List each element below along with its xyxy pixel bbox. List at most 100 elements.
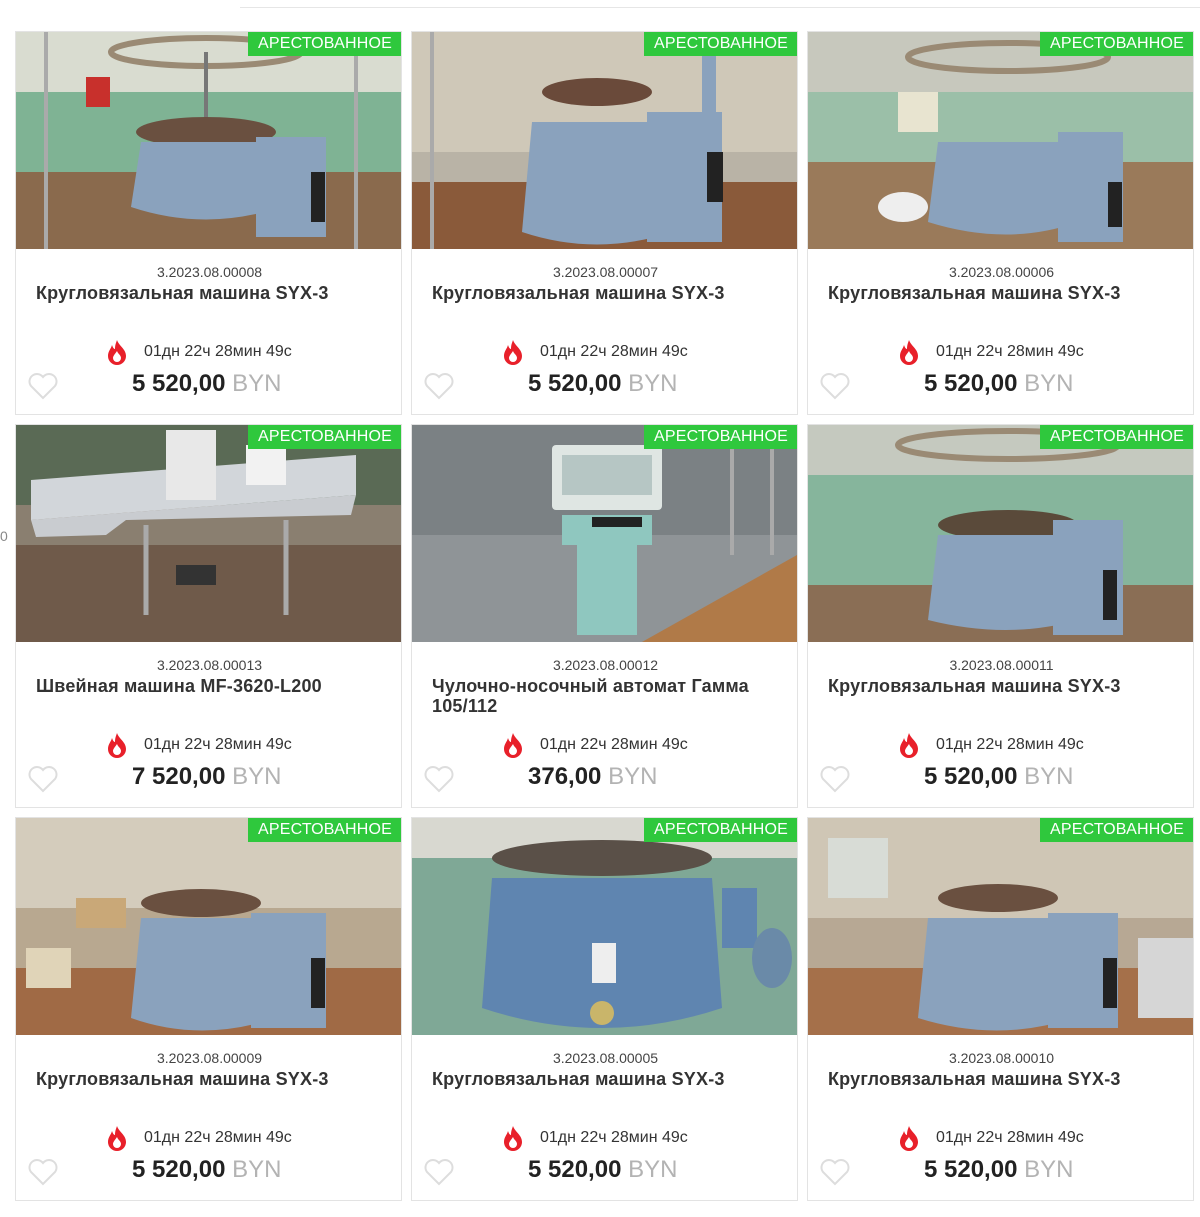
lot-card[interactable]: АРЕСТОВАННОЕ 3.2023.08.00008 Кругловязал… (15, 31, 402, 415)
lot-card[interactable]: АРЕСТОВАННОЕ 3.2023.08.00007 Кругловязал… (411, 31, 798, 415)
lot-title[interactable]: Кругловязальная машина SYX-3 (432, 283, 782, 303)
circular-knitting-machine-image (16, 818, 401, 1035)
arrested-badge: АРЕСТОВАННОЕ (248, 425, 401, 449)
sewing-machine-table-image (16, 425, 401, 642)
arrested-badge: АРЕСТОВАННОЕ (644, 818, 797, 842)
lot-title[interactable]: Кругловязальная машина SYX-3 (828, 676, 1178, 696)
circular-knitting-machine-image (412, 818, 797, 1035)
heart-icon[interactable] (424, 765, 454, 793)
lot-photo[interactable]: АРЕСТОВАННОЕ (16, 425, 401, 642)
heart-icon[interactable] (820, 372, 850, 400)
lot-number: 3.2023.08.00006 (948, 264, 1055, 280)
lot-price: 5 520,00 BYN (924, 763, 1073, 791)
timer-text: 01дн 22ч 28мин 49с (936, 343, 1084, 360)
fire-icon (900, 733, 918, 758)
lot-photo[interactable]: АРЕСТОВАННОЕ (808, 32, 1193, 249)
lot-photo[interactable]: АРЕСТОВАННОЕ (16, 818, 401, 1035)
lot-title[interactable]: Кругловязальная машина SYX-3 (36, 1069, 386, 1089)
price-amount: 5 520,00 (132, 370, 226, 397)
circular-knitting-machine-image (808, 32, 1193, 249)
price-amount: 5 520,00 (528, 370, 622, 397)
price-currency: BYN (1024, 370, 1074, 397)
lot-card[interactable]: АРЕСТОВАННОЕ 3.2023.08.00012 Чулочно-нос… (411, 424, 798, 808)
auction-timer: 01дн 22ч 28мин 49с (898, 732, 1084, 758)
price-currency: BYN (1024, 1156, 1074, 1183)
timer-text: 01дн 22ч 28мин 49с (936, 736, 1084, 753)
fire-icon (504, 340, 522, 365)
lot-number: 3.2023.08.00009 (156, 1050, 263, 1066)
lot-photo[interactable]: АРЕСТОВАННОЕ (412, 32, 797, 249)
arrested-badge: АРЕСТОВАННОЕ (644, 425, 797, 449)
heart-icon[interactable] (28, 1158, 58, 1186)
lot-price: 376,00 BYN (528, 763, 657, 791)
auction-timer: 01дн 22ч 28мин 49с (106, 1125, 292, 1151)
fire-icon (900, 1126, 918, 1151)
price-currency: BYN (232, 370, 282, 397)
lot-number: 3.2023.08.00013 (156, 657, 263, 673)
lot-price: 5 520,00 BYN (924, 1156, 1073, 1184)
lot-title[interactable]: Швейная машина MF-3620-L200 (36, 676, 386, 696)
price-currency: BYN (232, 763, 282, 790)
price-currency: BYN (628, 1156, 678, 1183)
lot-price: 5 520,00 BYN (924, 370, 1073, 398)
price-amount: 5 520,00 (528, 1156, 622, 1183)
arrested-badge: АРЕСТОВАННОЕ (248, 818, 401, 842)
timer-text: 01дн 22ч 28мин 49с (144, 343, 292, 360)
heart-icon[interactable] (820, 765, 850, 793)
heart-icon[interactable] (424, 1158, 454, 1186)
heart-icon[interactable] (28, 765, 58, 793)
heart-icon[interactable] (28, 372, 58, 400)
auction-timer: 01дн 22ч 28мин 49с (898, 1125, 1084, 1151)
lot-photo[interactable]: АРЕСТОВАННОЕ (412, 425, 797, 642)
auction-timer: 01дн 22ч 28мин 49с (502, 732, 688, 758)
arrested-badge: АРЕСТОВАННОЕ (1040, 425, 1193, 449)
lot-number: 3.2023.08.00010 (948, 1050, 1055, 1066)
lot-title[interactable]: Кругловязальная машина SYX-3 (36, 283, 386, 303)
timer-text: 01дн 22ч 28мин 49с (540, 343, 688, 360)
lot-title[interactable]: Кругловязальная машина SYX-3 (432, 1069, 782, 1089)
lot-number: 3.2023.08.00005 (552, 1050, 659, 1066)
lot-title[interactable]: Кругловязальная машина SYX-3 (828, 283, 1178, 303)
top-divider (240, 7, 1200, 8)
heart-icon[interactable] (820, 1158, 850, 1186)
lot-card[interactable]: АРЕСТОВАННОЕ 3.2023.08.00011 Кругловязал… (807, 424, 1194, 808)
lot-photo[interactable]: АРЕСТОВАННОЕ (16, 32, 401, 249)
price-amount: 5 520,00 (132, 1156, 226, 1183)
arrested-badge: АРЕСТОВАННОЕ (1040, 32, 1193, 56)
circular-knitting-machine-image (808, 425, 1193, 642)
lot-card[interactable]: АРЕСТОВАННОЕ 3.2023.08.00013 Швейная маш… (15, 424, 402, 808)
lot-title[interactable]: Чулочно-носочный автомат Гамма 105/112 (432, 676, 782, 716)
lot-photo[interactable]: АРЕСТОВАННОЕ (808, 425, 1193, 642)
circular-knitting-machine-image (808, 818, 1193, 1035)
fire-icon (108, 1126, 126, 1151)
price-amount: 7 520,00 (132, 763, 226, 790)
auction-timer: 01дн 22ч 28мин 49с (898, 339, 1084, 365)
auction-timer: 01дн 22ч 28мин 49с (106, 339, 292, 365)
timer-text: 01дн 22ч 28мин 49с (936, 1129, 1084, 1146)
lot-card[interactable]: АРЕСТОВАННОЕ 3.2023.08.00006 Кругловязал… (807, 31, 1194, 415)
lot-title[interactable]: Кругловязальная машина SYX-3 (828, 1069, 1178, 1089)
fire-icon (108, 733, 126, 758)
fire-icon (504, 1126, 522, 1151)
lot-grid: АРЕСТОВАННОЕ 3.2023.08.00008 Кругловязал… (15, 31, 1194, 1201)
arrested-badge: АРЕСТОВАННОЕ (644, 32, 797, 56)
price-amount: 5 520,00 (924, 1156, 1018, 1183)
heart-icon[interactable] (424, 372, 454, 400)
lot-photo[interactable]: АРЕСТОВАННОЕ (808, 818, 1193, 1035)
side-mark: 0 (0, 528, 8, 544)
price-amount: 5 520,00 (924, 763, 1018, 790)
lot-card[interactable]: АРЕСТОВАННОЕ 3.2023.08.00005 Кругловязал… (411, 817, 798, 1201)
arrested-badge: АРЕСТОВАННОЕ (1040, 818, 1193, 842)
lot-number: 3.2023.08.00008 (156, 264, 263, 280)
circular-knitting-machine-image (16, 32, 401, 249)
auction-timer: 01дн 22ч 28мин 49с (502, 1125, 688, 1151)
timer-text: 01дн 22ч 28мин 49с (540, 736, 688, 753)
fire-icon (504, 733, 522, 758)
lot-card[interactable]: АРЕСТОВАННОЕ 3.2023.08.00009 Кругловязал… (15, 817, 402, 1201)
auction-timer: 01дн 22ч 28мин 49с (502, 339, 688, 365)
lot-card[interactable]: АРЕСТОВАННОЕ 3.2023.08.00010 Кругловязал… (807, 817, 1194, 1201)
lot-price: 7 520,00 BYN (132, 763, 281, 791)
fire-icon (900, 340, 918, 365)
price-currency: BYN (628, 370, 678, 397)
lot-photo[interactable]: АРЕСТОВАННОЕ (412, 818, 797, 1035)
